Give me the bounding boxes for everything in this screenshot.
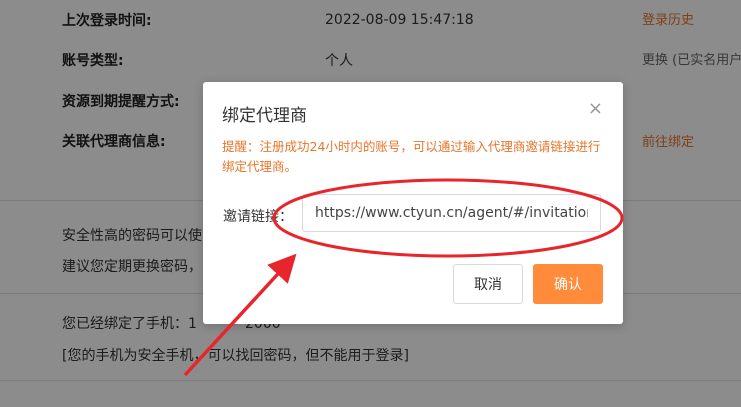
invitation-link-label: 邀请链接： [223,209,293,225]
confirm-button[interactable]: 确认 [533,264,603,304]
dialog-title: 绑定代理商 [222,106,307,126]
close-icon[interactable]: × [588,100,603,118]
cancel-button[interactable]: 取消 [453,264,523,304]
bind-agent-dialog: 绑定代理商 × 提醒：注册成功24小时内的账号，可以通过输入代理商邀请链接进行绑… [203,82,623,324]
invitation-link-input[interactable] [302,194,601,232]
dialog-tip: 提醒：注册成功24小时内的账号，可以通过输入代理商邀请链接进行绑定代理商。 [222,139,601,174]
